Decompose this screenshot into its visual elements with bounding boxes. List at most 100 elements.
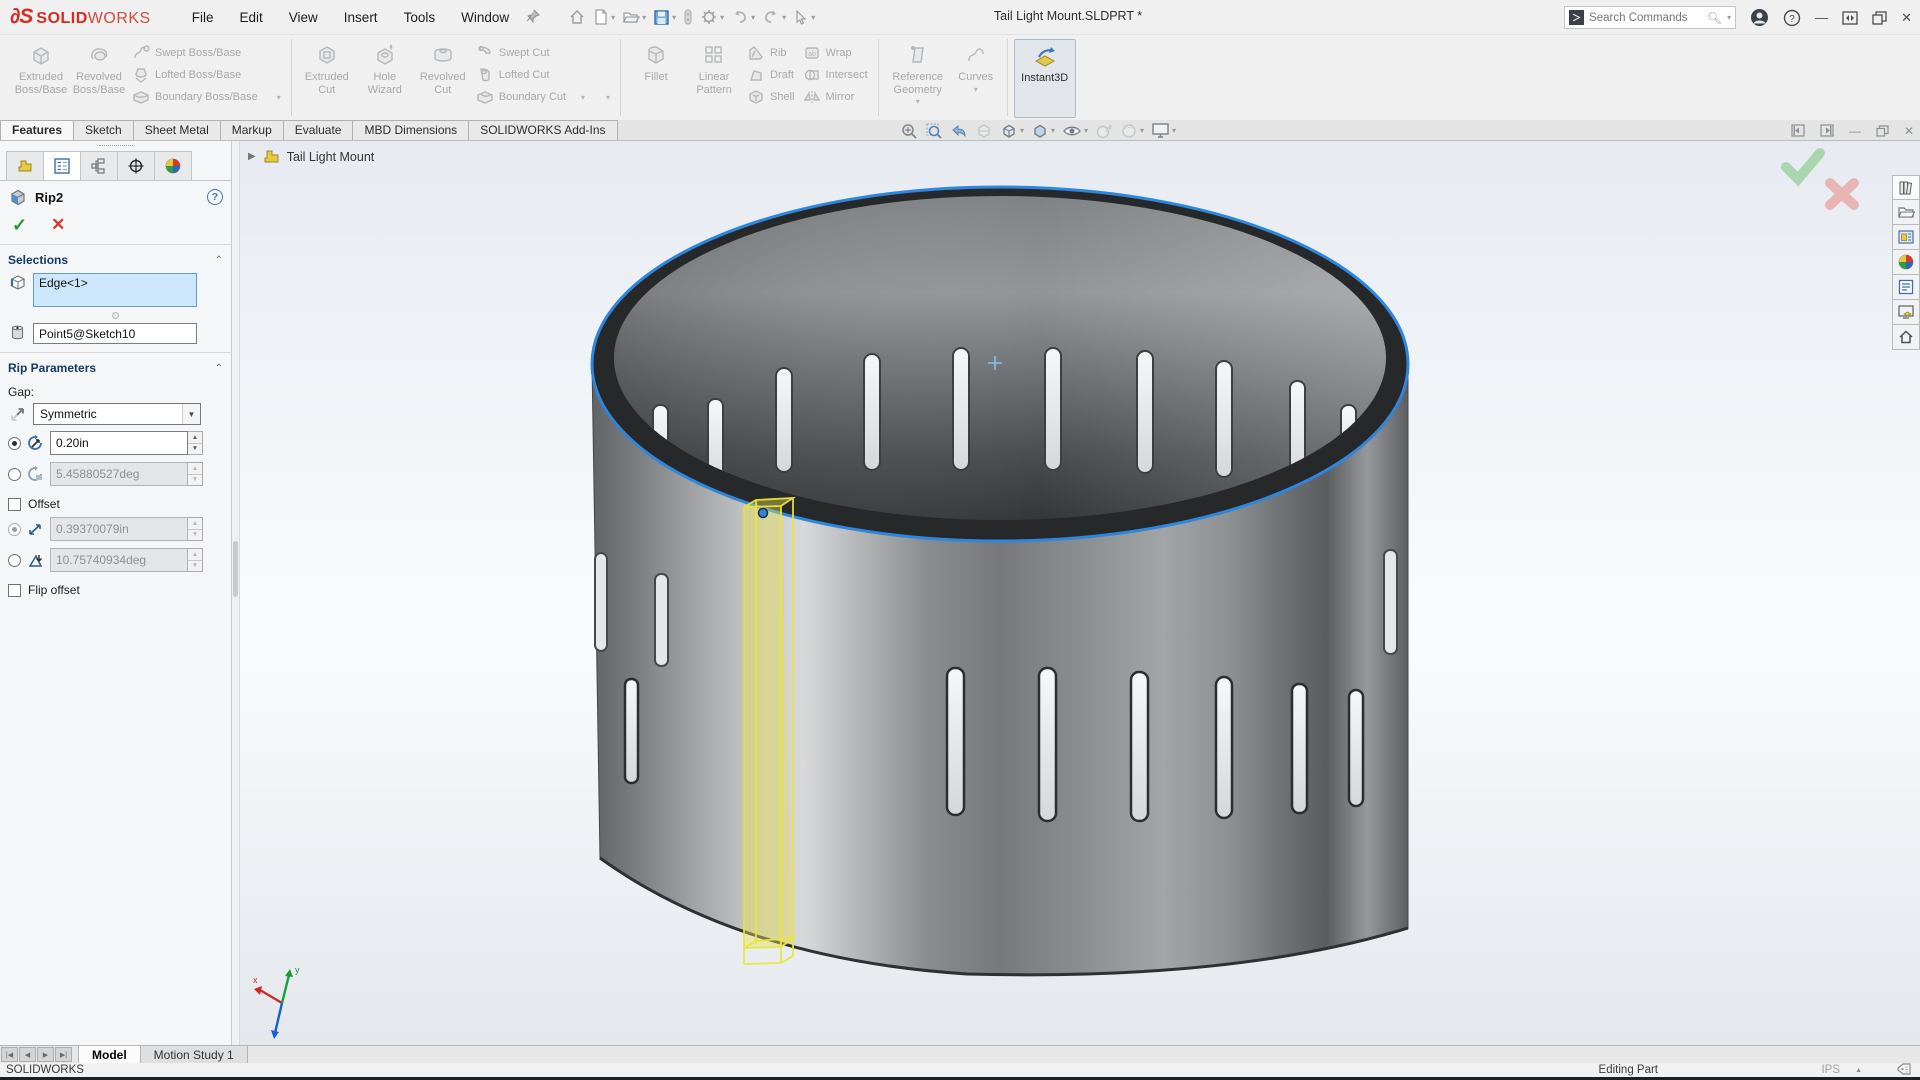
breadcrumb-part-name[interactable]: Tail Light Mount (287, 150, 375, 164)
lofted-cut-button[interactable]: Lofted Cut (472, 64, 614, 86)
undo-dropdown-icon[interactable]: ▾ (751, 13, 755, 22)
ok-button[interactable]: ✓ (12, 215, 27, 236)
view-palette-tab[interactable] (1892, 225, 1920, 250)
window-minimize-icon[interactable]: — (1849, 124, 1861, 138)
wrap-button[interactable]: ab Wrap (799, 42, 872, 64)
revolved-boss-button[interactable]: Revolved Boss/Base (70, 39, 128, 118)
apply-scene-icon[interactable]: ▾ (1120, 122, 1144, 140)
offset-angle-radio[interactable] (8, 554, 21, 567)
reference-geometry-button[interactable]: Reference Geometry ▾ (885, 39, 951, 118)
search-icon[interactable]: 🔍︎ (1707, 11, 1722, 25)
gap-distance-up-icon[interactable]: ▲ (188, 432, 202, 444)
redo-icon[interactable]: ▾ (760, 7, 788, 27)
confirm-cancel-button[interactable] (1830, 183, 1854, 205)
property-manager-tab[interactable] (43, 151, 81, 180)
swept-boss-button[interactable]: Swept Boss/Base (128, 42, 285, 64)
options-icon[interactable]: ▾ (698, 6, 726, 28)
undo-icon[interactable]: ▾ (729, 7, 757, 27)
view-settings-icon[interactable]: ▾ (1151, 122, 1176, 139)
options-dropdown-icon[interactable]: ▾ (720, 13, 724, 22)
lofted-boss-button[interactable]: Lofted Boss/Base (128, 64, 285, 86)
expand-panes-icon[interactable] (1842, 11, 1858, 25)
hide-show-items-icon[interactable]: ▾ (1062, 122, 1088, 140)
pm-help-icon[interactable]: ? (207, 189, 223, 205)
menu-view[interactable]: View (276, 6, 331, 29)
search-commands-box[interactable]: ＞ 🔍︎ ▾ (1564, 6, 1736, 29)
curves-button[interactable]: Curves ▾ (951, 39, 1001, 118)
offset-distance-value[interactable]: 0.39370079in (50, 517, 188, 541)
appearances-scenes-tab[interactable] (1892, 250, 1920, 275)
hide-show-dropdown-icon[interactable]: ▾ (1084, 126, 1088, 135)
redo-dropdown-icon[interactable]: ▾ (782, 13, 786, 22)
selection-box-resize-handle[interactable] (0, 309, 231, 321)
window-next-icon[interactable] (1820, 124, 1834, 137)
offset-angle-down-icon[interactable]: ▼ (188, 561, 202, 572)
rip-parameters-section-header[interactable]: Rip Parameters ⌃ (0, 353, 231, 379)
rip-point-marker[interactable] (759, 509, 768, 518)
splitter-handle[interactable] (233, 541, 238, 597)
boundary-cut-button[interactable]: Boundary Cut ▾ ▾ (472, 86, 614, 108)
point-selection-box[interactable]: Point5@Sketch10 (33, 323, 197, 344)
breadcrumb-expand-icon[interactable]: ▶ (248, 151, 256, 162)
view-settings-dropdown-icon[interactable]: ▾ (1172, 126, 1176, 135)
draft-button[interactable]: Draft (743, 64, 798, 86)
panel-splitter[interactable] (232, 141, 240, 1045)
window-close-icon[interactable]: ✕ (1904, 124, 1914, 138)
display-style-icon[interactable]: ▾ (1031, 122, 1055, 140)
linear-pattern-button[interactable]: Linear Pattern (685, 39, 743, 118)
view-orientation-dropdown-icon[interactable]: ▾ (1020, 126, 1024, 135)
zoom-to-area-icon[interactable] (925, 122, 943, 140)
search-input[interactable] (1589, 12, 1702, 24)
configuration-manager-tab[interactable] (80, 151, 118, 180)
open-icon[interactable]: ▾ (620, 6, 648, 28)
tab-mbd-dimensions[interactable]: MBD Dimensions (352, 120, 469, 140)
menu-edit[interactable]: Edit (227, 6, 276, 29)
feature-manager-tab[interactable] (6, 151, 44, 180)
extruded-boss-button[interactable]: Extruded Boss/Base (12, 39, 70, 118)
edge-selection-box[interactable]: Edge<1> (33, 273, 197, 307)
search-dropdown-icon[interactable]: ▾ (1727, 13, 1731, 22)
display-style-dropdown-icon[interactable]: ▾ (1051, 126, 1055, 135)
window-restore-icon[interactable] (1876, 125, 1889, 137)
boss-flyout-icon[interactable]: ▾ (277, 93, 281, 102)
cut-flyout2-icon[interactable]: ▾ (606, 93, 610, 102)
save-icon[interactable]: ▾ (651, 7, 678, 28)
help-icon[interactable]: ? (1783, 9, 1801, 27)
tab-features[interactable]: Features (0, 120, 74, 140)
offset-distance-radio[interactable] (8, 523, 21, 536)
rebuild-icon[interactable] (681, 6, 695, 28)
view-orientation-icon[interactable]: ▾ (1000, 122, 1024, 140)
intersect-button[interactable]: Intersect (799, 64, 872, 86)
gap-angle-up-icon[interactable]: ▲ (188, 463, 202, 475)
fillet-button[interactable]: Fillet (627, 39, 685, 118)
last-tab-button[interactable]: ▶| (55, 1047, 72, 1062)
tail-light-mount-model[interactable]: x y (253, 187, 1408, 1039)
instant3d-button[interactable]: Instant3D (1014, 39, 1076, 118)
tab-markup[interactable]: Markup (220, 120, 284, 140)
selections-section-header[interactable]: Selections ⌃ (0, 245, 231, 271)
previous-tab-button[interactable]: ◀ (19, 1047, 36, 1062)
cancel-button[interactable]: ✕ (51, 215, 65, 236)
display-manager-tab[interactable] (154, 151, 192, 180)
new-document-icon[interactable]: ▾ (591, 6, 617, 28)
gap-distance-value[interactable]: 0.20in (50, 431, 188, 455)
design-library-tab[interactable] (1892, 175, 1920, 200)
gap-angle-radio[interactable] (8, 468, 21, 481)
hole-wizard-button[interactable]: Hole Wizard (356, 39, 414, 118)
select-arrow-icon[interactable]: ▾ (791, 7, 817, 27)
new-dropdown-icon[interactable]: ▾ (611, 13, 615, 22)
home-icon[interactable] (566, 6, 588, 28)
close-icon[interactable]: ✕ (1901, 10, 1912, 26)
previous-view-icon[interactable] (950, 122, 968, 140)
minimize-icon[interactable]: — (1815, 10, 1828, 25)
menu-window[interactable]: Window (448, 6, 522, 29)
offset-angle-value[interactable]: 10.75740934deg (50, 548, 188, 572)
collapse-parameters-icon[interactable]: ⌃ (215, 363, 223, 374)
restore-icon[interactable] (1872, 11, 1887, 25)
offset-checkbox[interactable] (8, 498, 21, 511)
offset-distance-down-icon[interactable]: ▼ (188, 530, 202, 541)
solidworks-forum-tab[interactable] (1892, 300, 1920, 325)
gap-type-dropdown[interactable]: Symmetric ▼ (33, 403, 201, 425)
model-tab[interactable]: Model (78, 1046, 141, 1063)
shell-button[interactable]: Shell (743, 86, 798, 108)
